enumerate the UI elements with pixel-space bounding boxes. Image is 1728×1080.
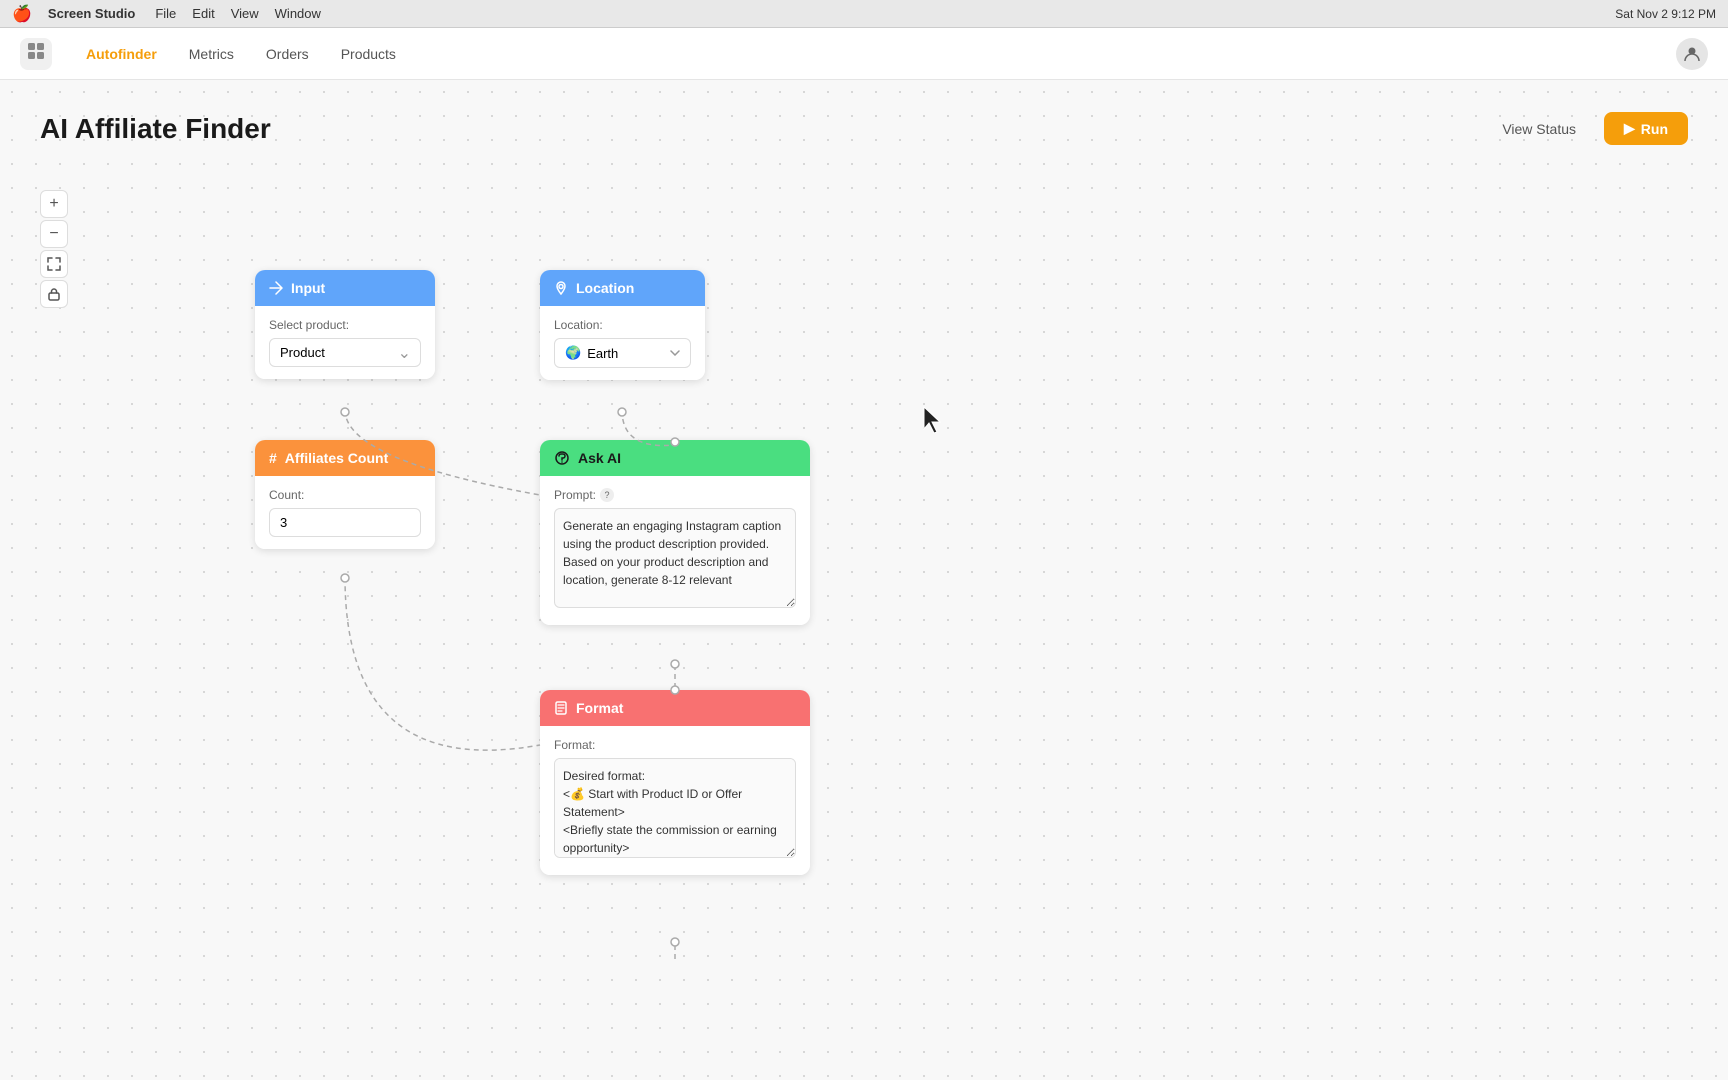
page-header: AI Affiliate Finder View Status ▶ Run: [0, 80, 1728, 165]
menu-window[interactable]: Window: [275, 6, 321, 21]
view-status-button[interactable]: View Status: [1490, 113, 1588, 145]
main-content: AI Affiliate Finder View Status ▶ Run + …: [0, 80, 1728, 1080]
navbar: Autofinder Metrics Orders Products: [0, 28, 1728, 80]
nav-metrics[interactable]: Metrics: [175, 40, 248, 68]
affiliates-node-header: # Affiliates Count: [255, 440, 435, 476]
location-node-body: Location: 🌍 Earth: [540, 306, 705, 380]
location-node-title: Location: [576, 280, 634, 296]
affiliates-node-title: Affiliates Count: [285, 450, 388, 466]
format-node-header: Format: [540, 690, 810, 726]
ask-ai-node-header: Ask AI: [540, 440, 810, 476]
run-label: Run: [1641, 121, 1668, 137]
product-select[interactable]: Product Service Bundle: [269, 338, 421, 367]
zoom-controls: + −: [40, 190, 68, 308]
format-node: Format Format: Desired format: <💰 Start …: [540, 690, 810, 875]
nav-orders[interactable]: Orders: [252, 40, 323, 68]
menu-view[interactable]: View: [231, 6, 259, 21]
user-avatar[interactable]: [1676, 38, 1708, 70]
ask-ai-node-body: Prompt: ? Generate an engaging Instagram…: [540, 476, 810, 625]
earth-icon: 🌍: [565, 345, 581, 361]
menu-edit[interactable]: Edit: [192, 6, 214, 21]
location-icon: [554, 281, 568, 295]
nav-items: Autofinder Metrics Orders Products: [72, 40, 410, 68]
prompt-textarea[interactable]: Generate an engaging Instagram caption u…: [554, 508, 796, 608]
format-node-title: Format: [576, 700, 623, 716]
count-input[interactable]: [269, 508, 421, 537]
lock-button[interactable]: [40, 280, 68, 308]
location-value[interactable]: 🌍 Earth: [554, 338, 691, 368]
ai-icon: [554, 450, 570, 466]
navbar-logo: [20, 38, 52, 70]
app-name: Screen Studio: [48, 6, 135, 21]
input-select-label: Select product:: [269, 318, 421, 332]
format-label: Format:: [554, 738, 796, 752]
datetime: Sat Nov 2 9:12 PM: [1615, 7, 1716, 21]
format-textarea[interactable]: Desired format: <💰 Start with Product ID…: [554, 758, 796, 858]
chevron-down-icon: [670, 350, 680, 356]
affiliates-count-node: # Affiliates Count Count:: [255, 440, 435, 549]
connectors: [0, 80, 1728, 1080]
zoom-out-button[interactable]: −: [40, 220, 68, 248]
input-select-wrapper[interactable]: Product Service Bundle: [269, 338, 421, 367]
ask-ai-node: Ask AI Prompt: ? Generate an engaging In…: [540, 440, 810, 625]
apple-icon[interactable]: 🍎: [12, 4, 32, 24]
run-icon: ▶: [1624, 120, 1635, 137]
format-node-body: Format: Desired format: <💰 Start with Pr…: [540, 726, 810, 875]
nav-autofinder[interactable]: Autofinder: [72, 40, 171, 68]
zoom-fit-button[interactable]: [40, 250, 68, 278]
titlebar-menu: File Edit View Window: [155, 6, 321, 21]
run-button[interactable]: ▶ Run: [1604, 112, 1688, 145]
prompt-help-icon[interactable]: ?: [600, 488, 614, 502]
prompt-label: Prompt: ?: [554, 488, 796, 502]
input-node-body: Select product: Product Service Bundle: [255, 306, 435, 379]
ask-ai-node-title: Ask AI: [578, 450, 621, 466]
location-label: Location:: [554, 318, 691, 332]
format-icon: [554, 701, 568, 715]
input-icon: [269, 281, 283, 295]
affiliates-node-body: Count:: [255, 476, 435, 549]
page-title: AI Affiliate Finder: [40, 113, 271, 145]
input-node-header: Input: [255, 270, 435, 306]
nav-products[interactable]: Products: [327, 40, 410, 68]
hash-icon: #: [269, 450, 277, 466]
logo-icon: [26, 41, 46, 66]
location-node: Location Location: 🌍 Earth: [540, 270, 705, 380]
zoom-in-button[interactable]: +: [40, 190, 68, 218]
header-actions: View Status ▶ Run: [1490, 112, 1688, 145]
titlebar: 🍎 Screen Studio File Edit View Window Sa…: [0, 0, 1728, 28]
count-label: Count:: [269, 488, 421, 502]
input-node-title: Input: [291, 280, 325, 296]
menu-file[interactable]: File: [155, 6, 176, 21]
titlebar-right: Sat Nov 2 9:12 PM: [1615, 7, 1716, 21]
mouse-cursor: [920, 405, 944, 435]
input-node: Input Select product: Product Service Bu…: [255, 270, 435, 379]
location-node-header: Location: [540, 270, 705, 306]
location-text: Earth: [587, 346, 618, 361]
